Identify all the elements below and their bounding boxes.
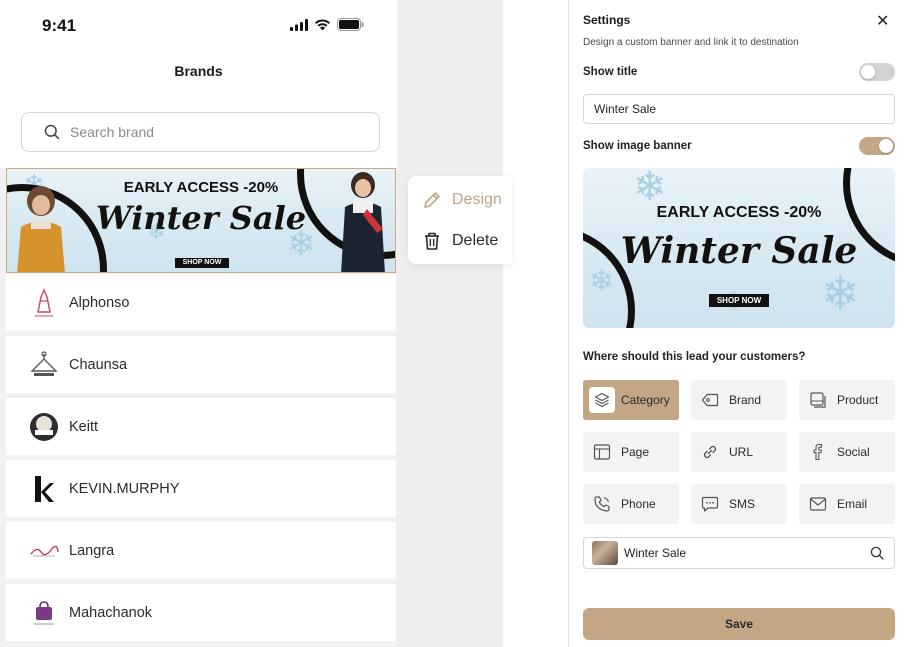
banner-context-menu: Design Delete [408, 176, 512, 264]
toggle-knob [879, 139, 893, 153]
option-label: Email [837, 497, 868, 511]
signal-icon [290, 18, 308, 31]
product-icon [805, 387, 831, 413]
banner-headline: EARLY ACCESS -20% [656, 204, 822, 221]
page-title: Brands [174, 63, 223, 79]
show-image-label: Show image banner [583, 140, 692, 152]
option-label: Phone [621, 497, 656, 511]
close-icon[interactable]: ✕ [876, 11, 889, 31]
link-icon [697, 439, 723, 465]
list-item[interactable]: Alphonso [6, 274, 396, 331]
dress-logo-icon [28, 287, 60, 319]
option-label: SMS [729, 497, 756, 511]
settings-panel: Settings ✕ Design a custom banner and li… [568, 0, 907, 647]
pencil-icon [424, 192, 440, 208]
tag-icon [697, 387, 723, 413]
page-icon [589, 439, 615, 465]
design-label: Design [452, 191, 502, 208]
destination-value: Winter Sale [624, 546, 687, 560]
status-bar: 9:41 [0, 0, 397, 50]
option-social[interactable]: Social [799, 432, 895, 472]
langra-script-logo-icon [28, 535, 60, 567]
banner-image: ❄ ❄ ❄ EARLY ACCESS -20% Winter Sale SHOP… [7, 169, 395, 272]
option-sms[interactable]: SMS [691, 484, 787, 524]
list-item[interactable]: Mahachanok [6, 584, 396, 641]
destination-question: Where should this lead your customers? [583, 351, 806, 363]
destination-field[interactable]: Winter Sale [583, 537, 895, 569]
search-input[interactable]: Search brand [21, 112, 380, 152]
message-icon [697, 491, 723, 517]
option-phone[interactable]: Phone [583, 484, 679, 524]
list-item[interactable]: KEVIN.MURPHY [6, 460, 396, 517]
banner-cta: SHOP NOW [175, 258, 229, 268]
list-item[interactable]: Langra [6, 522, 396, 579]
brand-banner[interactable]: ❄ ❄ ❄ EARLY ACCESS -20% Winter Sale SHOP… [6, 168, 396, 273]
option-email[interactable]: Email [799, 484, 895, 524]
list-item[interactable]: Chaunsa [6, 336, 396, 393]
destination-thumbnail [592, 541, 618, 565]
brand-name: KEVIN.MURPHY [69, 480, 180, 497]
hanger-logo-icon [28, 349, 60, 381]
delete-label: Delete [452, 232, 499, 249]
phone-screen: 9:41 Brands Search brand ❄ ❄ ❄ EARLY ACC… [0, 0, 397, 647]
option-product[interactable]: Product [799, 380, 895, 420]
facebook-icon [805, 439, 831, 465]
option-label: Category [621, 393, 670, 407]
banner-cta: SHOP NOW [709, 294, 769, 307]
option-label: URL [729, 445, 754, 459]
show-image-toggle[interactable] [859, 137, 895, 155]
phone-icon [589, 491, 615, 517]
phone-header: Brands Search brand [0, 50, 397, 168]
banner-title: Winter Sale [620, 230, 858, 272]
search-icon [44, 124, 60, 140]
settings-subtitle: Design a custom banner and link it to de… [583, 37, 799, 48]
settings-title: Settings [583, 13, 631, 27]
status-icons [290, 18, 364, 31]
save-button[interactable]: Save [583, 608, 895, 640]
option-label: Brand [729, 393, 762, 407]
bag-logo-icon [28, 597, 60, 629]
k-letter-logo-icon [28, 473, 60, 505]
layers-icon [589, 387, 615, 413]
workspace-gutter [397, 0, 503, 647]
status-time: 9:41 [42, 16, 77, 35]
brand-name: Alphonso [69, 294, 130, 311]
delete-menu-item[interactable]: Delete [422, 231, 498, 251]
battery-icon [337, 18, 364, 31]
snowflake-icon: ❄ [821, 267, 860, 319]
list-item[interactable]: Keitt [6, 398, 396, 455]
wifi-icon [315, 18, 330, 30]
mail-icon [805, 491, 831, 517]
option-label: Product [837, 393, 879, 407]
option-category[interactable]: Category [583, 380, 679, 420]
search-placeholder: Search brand [70, 124, 155, 140]
keitt-round-logo-icon [28, 411, 60, 443]
brand-name: Langra [69, 542, 115, 559]
brand-name: Keitt [69, 418, 99, 435]
toggle-knob [861, 65, 875, 79]
banner-headline: EARLY ACCESS -20% [123, 179, 279, 196]
option-page[interactable]: Page [583, 432, 679, 472]
option-brand[interactable]: Brand [691, 380, 787, 420]
trash-icon [425, 232, 439, 250]
brand-name: Mahachanok [69, 604, 153, 621]
brand-name: Chaunsa [69, 356, 128, 373]
banner-preview[interactable]: ❄ ❄ ❄ ❄ EARLY ACCESS -20% Winter Sale SH… [583, 168, 895, 328]
design-menu-item[interactable]: Design [422, 190, 502, 210]
show-title-toggle[interactable] [859, 63, 895, 81]
show-title-label: Show title [583, 66, 638, 78]
banner-image: ❄ ❄ ❄ ❄ EARLY ACCESS -20% Winter Sale SH… [583, 168, 895, 328]
banner-title: Winter Sale [95, 199, 307, 237]
option-url[interactable]: URL [691, 432, 787, 472]
option-label: Social [837, 445, 870, 459]
title-input[interactable] [583, 94, 895, 124]
option-label: Page [621, 445, 650, 459]
search-icon[interactable] [870, 546, 884, 560]
